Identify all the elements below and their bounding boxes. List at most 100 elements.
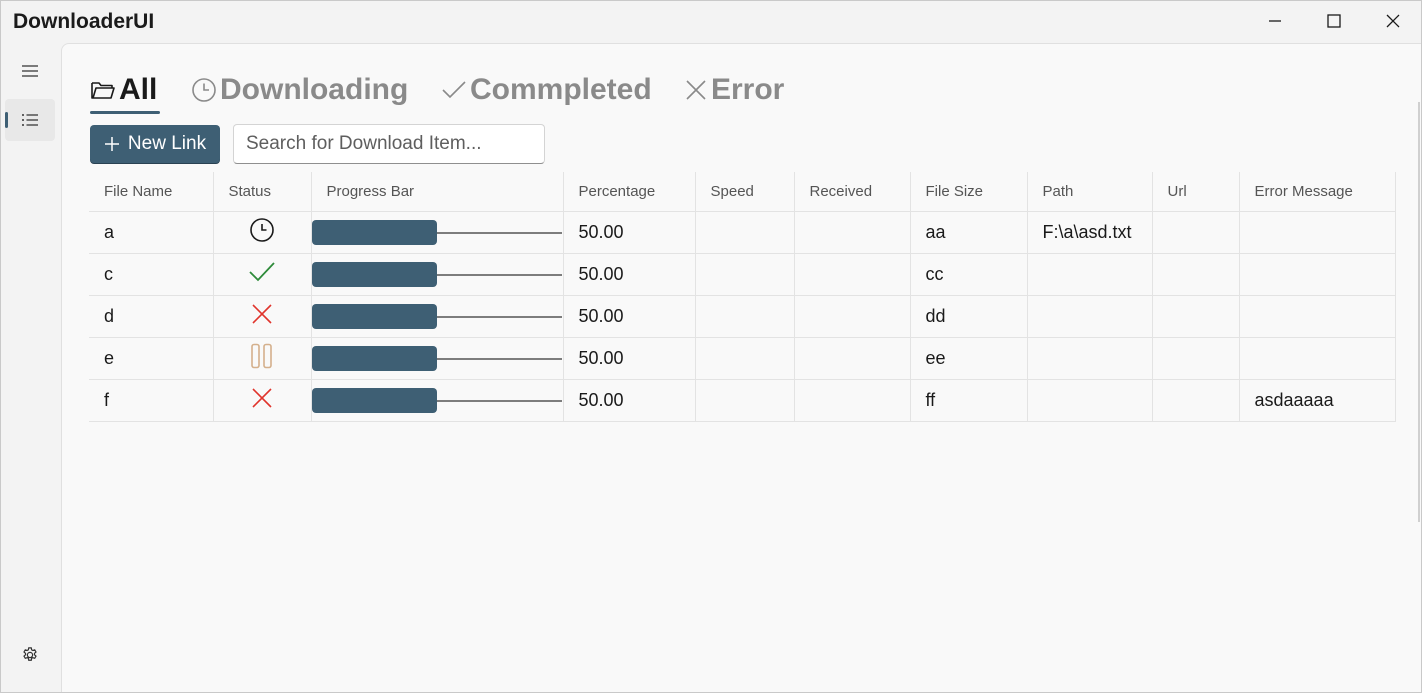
cell-progress-bar: [311, 211, 564, 254]
cell-file-name: f: [89, 379, 214, 422]
cell-error-message: [1239, 253, 1396, 296]
cell-file-size: ff: [910, 379, 1028, 422]
cell-file-name: a: [89, 211, 214, 254]
cell-status: [213, 295, 312, 338]
cell-percentage: 50.00: [563, 211, 696, 254]
active-tab-indicator: [90, 111, 160, 114]
cell-path: [1027, 337, 1153, 380]
cell-url: [1152, 379, 1240, 422]
column-header-status[interactable]: Status: [213, 172, 312, 212]
table-row[interactable]: f 50.00 ff asdaaaaa: [89, 379, 1396, 422]
tab-completed[interactable]: Commpleted: [441, 70, 652, 110]
progress-fill: [311, 262, 437, 287]
cell-url: [1152, 295, 1240, 338]
table-row[interactable]: e 50.00 ee: [89, 337, 1396, 380]
cell-error-message: [1239, 295, 1396, 338]
column-header-percentage[interactable]: Percentage: [563, 172, 696, 212]
settings-button[interactable]: [5, 634, 55, 676]
close-window-button[interactable]: [1364, 1, 1421, 41]
menu-toggle-button[interactable]: [5, 50, 55, 92]
column-header-error-message[interactable]: Error Message: [1239, 172, 1396, 212]
tab-error[interactable]: Error: [684, 70, 784, 110]
cell-error-message: [1239, 211, 1396, 254]
maximize-button[interactable]: [1305, 1, 1363, 41]
pause-icon: [250, 343, 274, 374]
progress-fill: [311, 388, 437, 413]
cell-speed: [695, 253, 795, 296]
nav-item-downloads[interactable]: [5, 99, 55, 141]
column-header-path[interactable]: Path: [1027, 172, 1153, 212]
gear-icon: [23, 647, 37, 661]
table-row[interactable]: c 50.00 cc: [89, 253, 1396, 296]
table-row[interactable]: d 50.00 dd: [89, 295, 1396, 338]
table-header-row: File Name Status Progress Bar Percentage…: [89, 172, 1396, 212]
cell-status: [213, 337, 312, 380]
error-x-icon: [251, 303, 273, 330]
cell-received: [794, 295, 911, 338]
minimize-button[interactable]: [1246, 1, 1304, 41]
cell-path: [1027, 295, 1153, 338]
cell-path: [1027, 379, 1153, 422]
maximize-icon: [1327, 14, 1341, 28]
table-row[interactable]: a 50.00 aa F:\a\asd.txt: [89, 211, 1396, 254]
cell-path: [1027, 253, 1153, 296]
checkmark-icon: [441, 78, 467, 102]
cell-status: [213, 253, 312, 296]
cell-received: [794, 379, 911, 422]
folder-icon: [90, 78, 116, 102]
cell-progress-bar: [311, 379, 564, 422]
nav-sidebar: [1, 43, 61, 692]
cell-error-message: [1239, 337, 1396, 380]
close-icon: [1386, 14, 1400, 28]
cell-received: [794, 211, 911, 254]
cell-percentage: 50.00: [563, 337, 696, 380]
title-bar: DownloaderUI: [1, 1, 1421, 43]
cell-percentage: 50.00: [563, 379, 696, 422]
tab-downloading[interactable]: Downloading: [191, 70, 408, 110]
cell-progress-bar: [311, 337, 564, 380]
cell-speed: [695, 211, 795, 254]
cell-received: [794, 337, 911, 380]
cell-progress-bar: [311, 253, 564, 296]
tab-completed-label: Commpleted: [470, 73, 652, 106]
column-header-file-name[interactable]: File Name: [89, 172, 214, 212]
cell-url: [1152, 337, 1240, 380]
progress-bar: [311, 212, 562, 253]
cell-progress-bar: [311, 295, 564, 338]
cell-url: [1152, 253, 1240, 296]
cell-speed: [695, 295, 795, 338]
error-x-icon: [251, 387, 273, 414]
column-header-progress-bar[interactable]: Progress Bar: [311, 172, 564, 212]
column-header-speed[interactable]: Speed: [695, 172, 795, 212]
column-header-url[interactable]: Url: [1152, 172, 1240, 212]
downloads-table: File Name Status Progress Bar Percentage…: [89, 172, 1396, 422]
cell-status: [213, 211, 312, 254]
search-input[interactable]: [233, 124, 545, 164]
column-header-file-size[interactable]: File Size: [910, 172, 1028, 212]
vertical-scrollbar[interactable]: [1418, 102, 1420, 522]
cell-speed: [695, 379, 795, 422]
cell-path: F:\a\asd.txt: [1027, 211, 1153, 254]
app-window: DownloaderUI All Downloading Commpleted …: [0, 0, 1422, 693]
tab-error-label: Error: [711, 73, 785, 106]
cell-percentage: 50.00: [563, 253, 696, 296]
column-header-received[interactable]: Received: [794, 172, 911, 212]
cell-file-size: aa: [910, 211, 1028, 254]
minimize-icon: [1269, 20, 1281, 22]
new-link-label: New Link: [127, 133, 207, 154]
hamburger-menu-icon: [22, 65, 38, 77]
progress-fill: [311, 304, 437, 329]
progress-fill: [311, 346, 437, 371]
nav-selection-indicator: [5, 112, 8, 128]
cell-file-name: e: [89, 337, 214, 380]
cell-received: [794, 253, 911, 296]
clock-icon: [249, 217, 275, 248]
tab-all[interactable]: All: [90, 70, 157, 110]
plus-icon: [104, 136, 120, 152]
cell-file-size: dd: [910, 295, 1028, 338]
progress-fill: [311, 220, 437, 245]
progress-bar: [311, 296, 562, 337]
list-icon: [22, 114, 38, 126]
cell-percentage: 50.00: [563, 295, 696, 338]
new-link-button[interactable]: New Link: [90, 125, 220, 163]
